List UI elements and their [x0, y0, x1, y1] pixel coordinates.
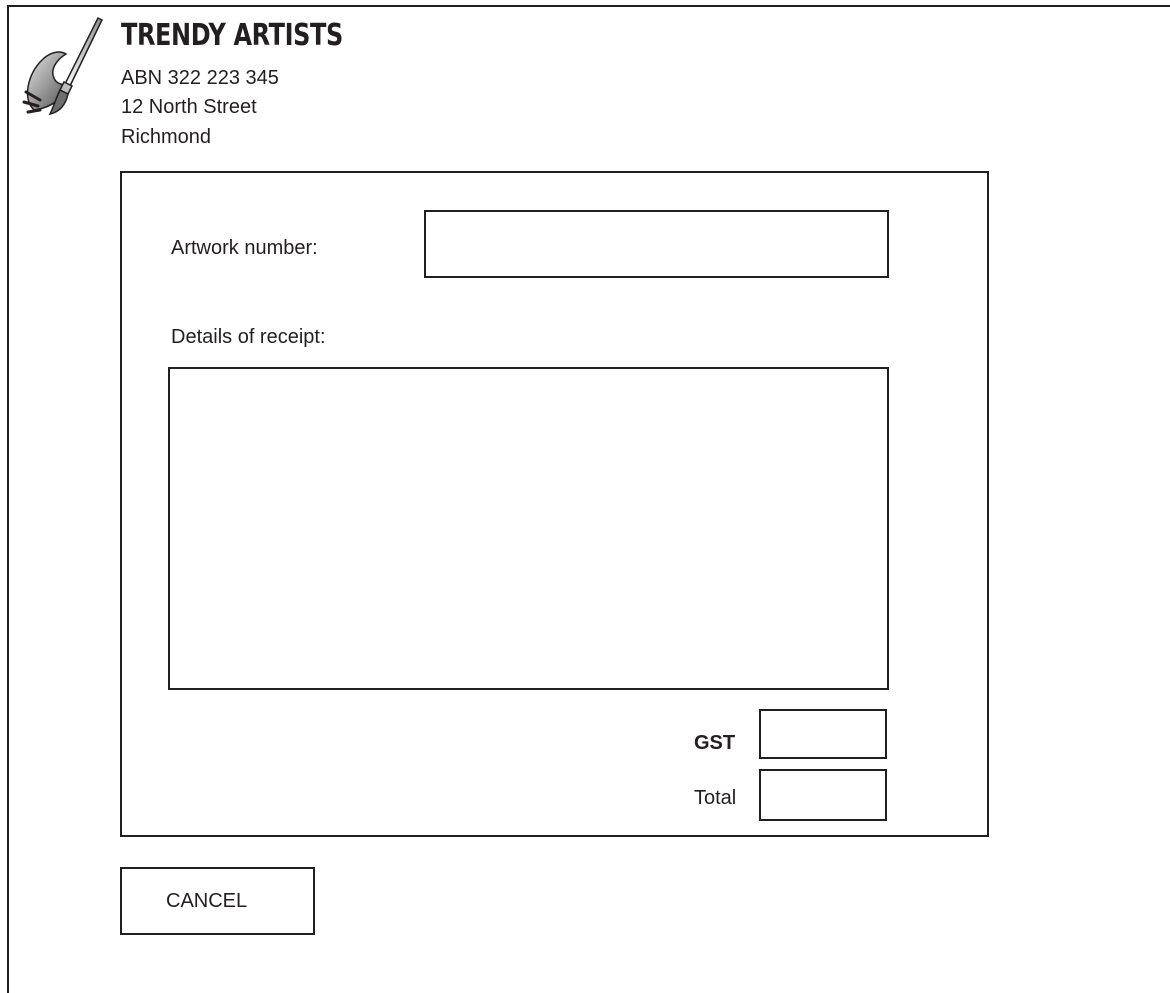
- company-abn: ABN 322 223 345: [121, 67, 279, 89]
- total-label: Total: [694, 787, 737, 809]
- company-street: 12 North Street: [121, 96, 257, 118]
- cancel-button[interactable]: CANCEL: [120, 867, 315, 935]
- total-input[interactable]: [759, 769, 887, 821]
- paintbrush-icon: [20, 14, 106, 124]
- company-name: TRENDY ARTISTS: [121, 18, 343, 53]
- details-of-receipt-textarea[interactable]: [168, 367, 889, 690]
- details-of-receipt-label: Details of receipt:: [171, 326, 326, 348]
- artwork-number-label: Artwork number:: [171, 237, 318, 259]
- gst-label: GST: [694, 732, 736, 754]
- artwork-number-input[interactable]: [424, 210, 889, 278]
- gst-input[interactable]: [759, 709, 887, 759]
- company-suburb: Richmond: [121, 126, 212, 148]
